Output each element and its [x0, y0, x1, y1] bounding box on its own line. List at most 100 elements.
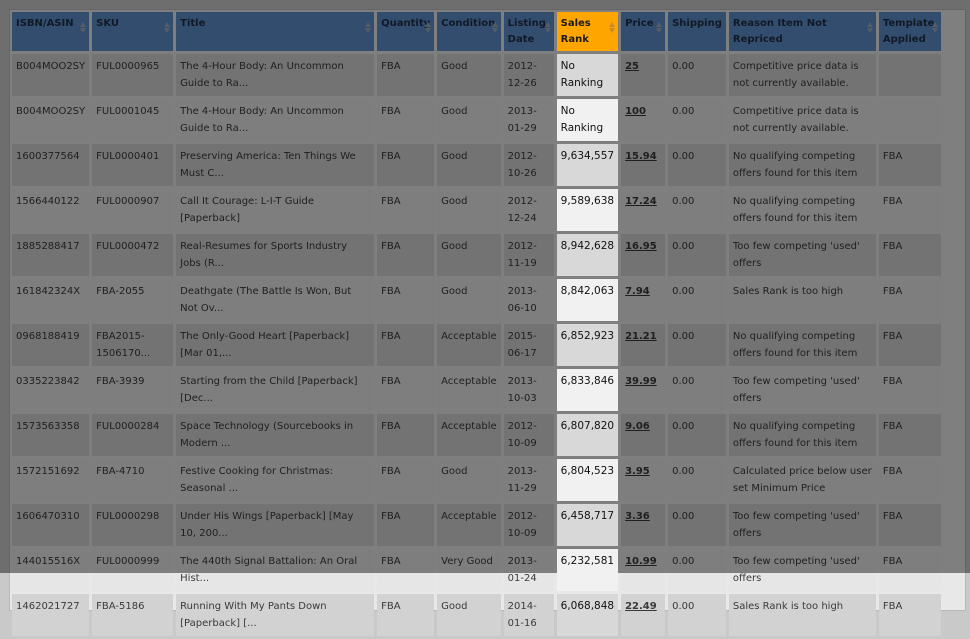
- sales-rank-cell: 8,842,063: [556, 279, 619, 321]
- quantity-cell: FBA: [377, 324, 435, 366]
- quantity-cell: FBA: [377, 594, 435, 636]
- sales-rank-cell: 8,942,628: [556, 234, 619, 276]
- isbn-cell: B004MOO2SY: [12, 99, 90, 141]
- sales-rank-cell: 6,852,923: [556, 324, 619, 366]
- sku-cell: FUL0000965: [92, 54, 174, 96]
- shipping-cell: 0.00: [668, 189, 726, 231]
- reason-cell: Calculated price below user set Minimum …: [728, 459, 876, 501]
- title-cell: Under His Wings [Paperback] [May 10, 200…: [176, 504, 375, 546]
- sku-cell: FBA2015-1506170...: [92, 324, 174, 366]
- sort-icon[interactable]: [365, 22, 372, 34]
- sort-icon[interactable]: [609, 22, 616, 34]
- isbn-cell: B004MOO2SY: [12, 54, 90, 96]
- sort-icon[interactable]: [544, 22, 551, 34]
- sort-icon[interactable]: [866, 22, 873, 34]
- isbn-cell: 1573563358: [12, 414, 90, 456]
- template-cell: FBA: [878, 369, 941, 411]
- column-header-price[interactable]: Price: [621, 12, 666, 51]
- sku-cell: FUL0000298: [92, 504, 174, 546]
- sort-icon[interactable]: [164, 22, 171, 34]
- sku-cell: FUL0000472: [92, 234, 174, 276]
- column-header-template[interactable]: Template Applied: [878, 12, 941, 51]
- reason-cell: No qualifying competing offers found for…: [728, 144, 876, 186]
- column-header-isbn[interactable]: ISBN/ASIN: [12, 12, 90, 51]
- column-header-shipping[interactable]: Shipping: [668, 12, 726, 51]
- table-row: 1572151692 FBA-4710 Festive Cooking for Ch…: [12, 459, 941, 501]
- price-link[interactable]: 39.99: [621, 369, 666, 411]
- shipping-cell: 0.00: [668, 504, 726, 546]
- sales-rank-cell: 6,232,581: [556, 549, 619, 591]
- table-row: 1462021727 FBA-5186 Running With My Pants …: [12, 594, 941, 636]
- column-header-sales-rank[interactable]: Sales Rank: [556, 12, 619, 51]
- table-row: 0335223842 FBA-3939 Starting from the Chil…: [12, 369, 941, 411]
- isbn-cell: 1572151692: [12, 459, 90, 501]
- column-header-condition[interactable]: Condition: [437, 12, 501, 51]
- sort-icon[interactable]: [931, 22, 938, 34]
- title-cell: Festive Cooking for Christmas: Seasonal …: [176, 459, 375, 501]
- sales-rank-cell: No Ranking: [556, 99, 619, 141]
- quantity-cell: FBA: [377, 99, 435, 141]
- listing-date-cell: 2012-10-09: [503, 504, 554, 546]
- title-cell: Preserving America: Ten Things We Must C…: [176, 144, 375, 186]
- condition-cell: Very Good: [437, 549, 501, 591]
- price-link[interactable]: 100: [621, 99, 666, 141]
- sales-rank-cell: 6,804,523: [556, 459, 619, 501]
- title-cell: Starting from the Child [Paperback] [Dec…: [176, 369, 375, 411]
- title-cell: Deathgate (The Battle Is Won, But Not Ov…: [176, 279, 375, 321]
- template-cell: [878, 99, 941, 141]
- reason-cell: Competitive price data is not currently …: [728, 54, 876, 96]
- quantity-cell: FBA: [377, 234, 435, 276]
- price-link[interactable]: 15.94: [621, 144, 666, 186]
- price-link[interactable]: 17.24: [621, 189, 666, 231]
- price-link[interactable]: 21.21: [621, 324, 666, 366]
- sales-rank-cell: 9,634,557: [556, 144, 619, 186]
- template-cell: FBA: [878, 279, 941, 321]
- table-row: 0968188419 FBA2015-1506170... The Only-Goo…: [12, 324, 941, 366]
- column-header-reason[interactable]: Reason Item Not Repriced: [728, 12, 876, 51]
- column-header-sku[interactable]: SKU: [92, 12, 174, 51]
- listing-date-cell: 2013-01-29: [503, 99, 554, 141]
- sort-icon[interactable]: [491, 22, 498, 34]
- reason-cell: No qualifying competing offers found for…: [728, 189, 876, 231]
- reason-cell: No qualifying competing offers found for…: [728, 324, 876, 366]
- isbn-cell: 0968188419: [12, 324, 90, 366]
- column-header-title[interactable]: Title: [176, 12, 375, 51]
- table-row: 1573563358 FUL0000284 Space Technology (So…: [12, 414, 941, 456]
- column-header-listing-date[interactable]: Listing Date: [503, 12, 554, 51]
- listing-date-cell: 2012-10-26: [503, 144, 554, 186]
- table-row: B004MOO2SY FUL0000965 The 4-Hour Body: An …: [12, 54, 941, 96]
- sku-cell: FBA-2055: [92, 279, 174, 321]
- repricing-table: ISBN/ASIN SKU Title Quantity Condition L…: [9, 9, 944, 639]
- column-header-quantity[interactable]: Quantity: [377, 12, 435, 51]
- title-cell: Running With My Pants Down [Paperback] […: [176, 594, 375, 636]
- sort-icon[interactable]: [425, 22, 432, 34]
- isbn-cell: 1885288417: [12, 234, 90, 276]
- reason-cell: Sales Rank is too high: [728, 279, 876, 321]
- price-link[interactable]: 9.06: [621, 414, 666, 456]
- sku-cell: FUL0000401: [92, 144, 174, 186]
- price-link[interactable]: 3.95: [621, 459, 666, 501]
- price-link[interactable]: 7.94: [621, 279, 666, 321]
- isbn-cell: 1606470310: [12, 504, 90, 546]
- condition-cell: Good: [437, 594, 501, 636]
- sku-cell: FUL0001045: [92, 99, 174, 141]
- title-cell: Call It Courage: L-I-T Guide [Paperback]: [176, 189, 375, 231]
- price-link[interactable]: 22.49: [621, 594, 666, 636]
- sku-cell: FBA-3939: [92, 369, 174, 411]
- title-cell: Space Technology (Sourcebooks in Modern …: [176, 414, 375, 456]
- price-link[interactable]: 16.95: [621, 234, 666, 276]
- condition-cell: Good: [437, 234, 501, 276]
- sort-icon[interactable]: [656, 22, 663, 34]
- template-cell: FBA: [878, 414, 941, 456]
- condition-cell: Good: [437, 99, 501, 141]
- price-link[interactable]: 3.36: [621, 504, 666, 546]
- listing-date-cell: 2014-01-16: [503, 594, 554, 636]
- shipping-cell: 0.00: [668, 459, 726, 501]
- price-link[interactable]: 25: [621, 54, 666, 96]
- condition-cell: Good: [437, 459, 501, 501]
- sort-icon[interactable]: [80, 22, 87, 34]
- condition-cell: Good: [437, 189, 501, 231]
- shipping-cell: 0.00: [668, 369, 726, 411]
- listing-date-cell: 2013-06-10: [503, 279, 554, 321]
- price-link[interactable]: 10.99: [621, 549, 666, 591]
